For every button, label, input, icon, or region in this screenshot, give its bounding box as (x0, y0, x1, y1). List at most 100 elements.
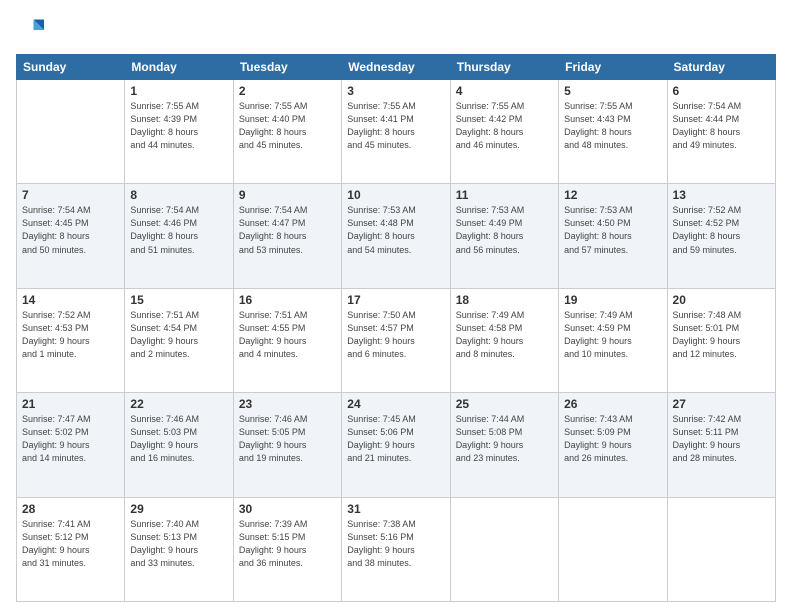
calendar-day-cell: 4 Sunrise: 7:55 AM Sunset: 4:42 PM Daylig… (450, 80, 558, 184)
day-info: Sunrise: 7:46 AM Sunset: 5:05 PM Dayligh… (239, 413, 336, 465)
calendar-day-cell: 19Sunrise: 7:49 AM Sunset: 4:59 PM Dayli… (559, 288, 667, 392)
calendar-day-cell: 15 Sunrise: 7:51 AM Sunset: 4:54 PM Dayli… (125, 288, 233, 392)
day-info: Sunrise: 7:50 AM Sunset: 4:57 PM Dayligh… (347, 309, 444, 361)
day-number: 4 (456, 84, 553, 98)
day-number: 28 (22, 502, 119, 516)
day-info: Sunrise: 7:54 AM Sunset: 4:45 PM Dayligh… (22, 204, 119, 256)
day-number: 12 (564, 188, 661, 202)
calendar-day-cell: 31 Sunrise: 7:38 AM Sunset: 5:16 PM Dayli… (342, 497, 450, 601)
calendar-day-cell: 18 Sunrise: 7:49 AM Sunset: 4:58 PM Dayli… (450, 288, 558, 392)
calendar-day-header: Thursday (450, 55, 558, 80)
calendar-day-header: Wednesday (342, 55, 450, 80)
logo-icon (16, 16, 44, 44)
day-number: 30 (239, 502, 336, 516)
day-number: 5 (564, 84, 661, 98)
calendar-day-header: Friday (559, 55, 667, 80)
day-info: Sunrise: 7:51 AM Sunset: 4:55 PM Dayligh… (239, 309, 336, 361)
calendar-day-cell: 27Sunrise: 7:42 AM Sunset: 5:11 PM Dayli… (667, 393, 775, 497)
day-info: Sunrise: 7:51 AM Sunset: 4:54 PM Dayligh… (130, 309, 227, 361)
day-info: Sunrise: 7:40 AM Sunset: 5:13 PM Dayligh… (130, 518, 227, 570)
day-info: Sunrise: 7:45 AM Sunset: 5:06 PM Dayligh… (347, 413, 444, 465)
day-number: 14 (22, 293, 119, 307)
calendar-day-cell: 13Sunrise: 7:52 AM Sunset: 4:52 PM Dayli… (667, 184, 775, 288)
day-number: 11 (456, 188, 553, 202)
calendar-day-cell: 30 Sunrise: 7:39 AM Sunset: 5:15 PM Dayli… (233, 497, 341, 601)
calendar-day-cell: 24 Sunrise: 7:45 AM Sunset: 5:06 PM Dayli… (342, 393, 450, 497)
day-info: Sunrise: 7:49 AM Sunset: 4:58 PM Dayligh… (456, 309, 553, 361)
day-number: 25 (456, 397, 553, 411)
day-info: Sunrise: 7:47 AM Sunset: 5:02 PM Dayligh… (22, 413, 119, 465)
day-info: Sunrise: 7:53 AM Sunset: 4:50 PM Dayligh… (564, 204, 661, 256)
day-number: 3 (347, 84, 444, 98)
calendar-day-cell: 6 Sunrise: 7:54 AM Sunset: 4:44 PM Daylig… (667, 80, 775, 184)
day-number: 31 (347, 502, 444, 516)
calendar-day-cell: 3 Sunrise: 7:55 AM Sunset: 4:41 PM Daylig… (342, 80, 450, 184)
day-number: 15 (130, 293, 227, 307)
day-number: 22 (130, 397, 227, 411)
day-info: Sunrise: 7:54 AM Sunset: 4:44 PM Dayligh… (673, 100, 770, 152)
day-info: Sunrise: 7:43 AM Sunset: 5:09 PM Dayligh… (564, 413, 661, 465)
day-info: Sunrise: 7:53 AM Sunset: 4:48 PM Dayligh… (347, 204, 444, 256)
calendar-day-cell: 25Sunrise: 7:44 AM Sunset: 5:08 PM Dayli… (450, 393, 558, 497)
calendar-day-cell: 29Sunrise: 7:40 AM Sunset: 5:13 PM Dayli… (125, 497, 233, 601)
calendar-day-cell: 9Sunrise: 7:54 AM Sunset: 4:47 PM Daylig… (233, 184, 341, 288)
calendar-day-cell: 22 Sunrise: 7:46 AM Sunset: 5:03 PM Dayli… (125, 393, 233, 497)
day-info: Sunrise: 7:55 AM Sunset: 4:42 PM Dayligh… (456, 100, 553, 152)
calendar-day-header: Tuesday (233, 55, 341, 80)
calendar-day-header: Monday (125, 55, 233, 80)
day-number: 16 (239, 293, 336, 307)
calendar-day-cell: 11 Sunrise: 7:53 AM Sunset: 4:49 PM Dayli… (450, 184, 558, 288)
day-info: Sunrise: 7:55 AM Sunset: 4:40 PM Dayligh… (239, 100, 336, 152)
calendar-day-cell: 23 Sunrise: 7:46 AM Sunset: 5:05 PM Dayli… (233, 393, 341, 497)
calendar-day-cell: 21 Sunrise: 7:47 AM Sunset: 5:02 PM Dayli… (17, 393, 125, 497)
day-info: Sunrise: 7:55 AM Sunset: 4:43 PM Dayligh… (564, 100, 661, 152)
calendar-day-cell: 10 Sunrise: 7:53 AM Sunset: 4:48 PM Dayli… (342, 184, 450, 288)
day-number: 24 (347, 397, 444, 411)
day-number: 18 (456, 293, 553, 307)
calendar-day-cell: 12 Sunrise: 7:53 AM Sunset: 4:50 PM Dayli… (559, 184, 667, 288)
day-info: Sunrise: 7:38 AM Sunset: 5:16 PM Dayligh… (347, 518, 444, 570)
day-number: 6 (673, 84, 770, 98)
day-info: Sunrise: 7:46 AM Sunset: 5:03 PM Dayligh… (130, 413, 227, 465)
day-info: Sunrise: 7:39 AM Sunset: 5:15 PM Dayligh… (239, 518, 336, 570)
day-number: 2 (239, 84, 336, 98)
calendar-week-row: 7Sunrise: 7:54 AM Sunset: 4:45 PM Daylig… (17, 184, 776, 288)
calendar-table: SundayMondayTuesdayWednesdayThursdayFrid… (16, 54, 776, 602)
calendar-day-cell (17, 80, 125, 184)
day-number: 23 (239, 397, 336, 411)
day-info: Sunrise: 7:52 AM Sunset: 4:52 PM Dayligh… (673, 204, 770, 256)
day-number: 1 (130, 84, 227, 98)
day-number: 27 (673, 397, 770, 411)
day-info: Sunrise: 7:54 AM Sunset: 4:47 PM Dayligh… (239, 204, 336, 256)
day-info: Sunrise: 7:52 AM Sunset: 4:53 PM Dayligh… (22, 309, 119, 361)
calendar-week-row: 14 Sunrise: 7:52 AM Sunset: 4:53 PM Dayli… (17, 288, 776, 392)
page-container: SundayMondayTuesdayWednesdayThursdayFrid… (0, 0, 792, 612)
day-number: 8 (130, 188, 227, 202)
calendar-day-header: Saturday (667, 55, 775, 80)
logo (16, 16, 48, 44)
day-info: Sunrise: 7:55 AM Sunset: 4:41 PM Dayligh… (347, 100, 444, 152)
calendar-day-cell: 17 Sunrise: 7:50 AM Sunset: 4:57 PM Dayli… (342, 288, 450, 392)
calendar-day-cell: 20 Sunrise: 7:48 AM Sunset: 5:01 PM Dayli… (667, 288, 775, 392)
calendar-day-cell: 16 Sunrise: 7:51 AM Sunset: 4:55 PM Dayli… (233, 288, 341, 392)
calendar-week-row: 28 Sunrise: 7:41 AM Sunset: 5:12 PM Dayli… (17, 497, 776, 601)
day-number: 10 (347, 188, 444, 202)
day-number: 21 (22, 397, 119, 411)
calendar-day-header: Sunday (17, 55, 125, 80)
day-info: Sunrise: 7:53 AM Sunset: 4:49 PM Dayligh… (456, 204, 553, 256)
calendar-day-cell (450, 497, 558, 601)
calendar-day-cell: 2 Sunrise: 7:55 AM Sunset: 4:40 PM Daylig… (233, 80, 341, 184)
calendar-day-cell (667, 497, 775, 601)
calendar-week-row: 21 Sunrise: 7:47 AM Sunset: 5:02 PM Dayli… (17, 393, 776, 497)
day-info: Sunrise: 7:41 AM Sunset: 5:12 PM Dayligh… (22, 518, 119, 570)
day-info: Sunrise: 7:55 AM Sunset: 4:39 PM Dayligh… (130, 100, 227, 152)
day-number: 17 (347, 293, 444, 307)
day-info: Sunrise: 7:48 AM Sunset: 5:01 PM Dayligh… (673, 309, 770, 361)
day-info: Sunrise: 7:54 AM Sunset: 4:46 PM Dayligh… (130, 204, 227, 256)
calendar-header-row: SundayMondayTuesdayWednesdayThursdayFrid… (17, 55, 776, 80)
header (16, 16, 776, 44)
calendar-day-cell (559, 497, 667, 601)
calendar-day-cell: 5 Sunrise: 7:55 AM Sunset: 4:43 PM Daylig… (559, 80, 667, 184)
calendar-day-cell: 28 Sunrise: 7:41 AM Sunset: 5:12 PM Dayli… (17, 497, 125, 601)
day-number: 20 (673, 293, 770, 307)
